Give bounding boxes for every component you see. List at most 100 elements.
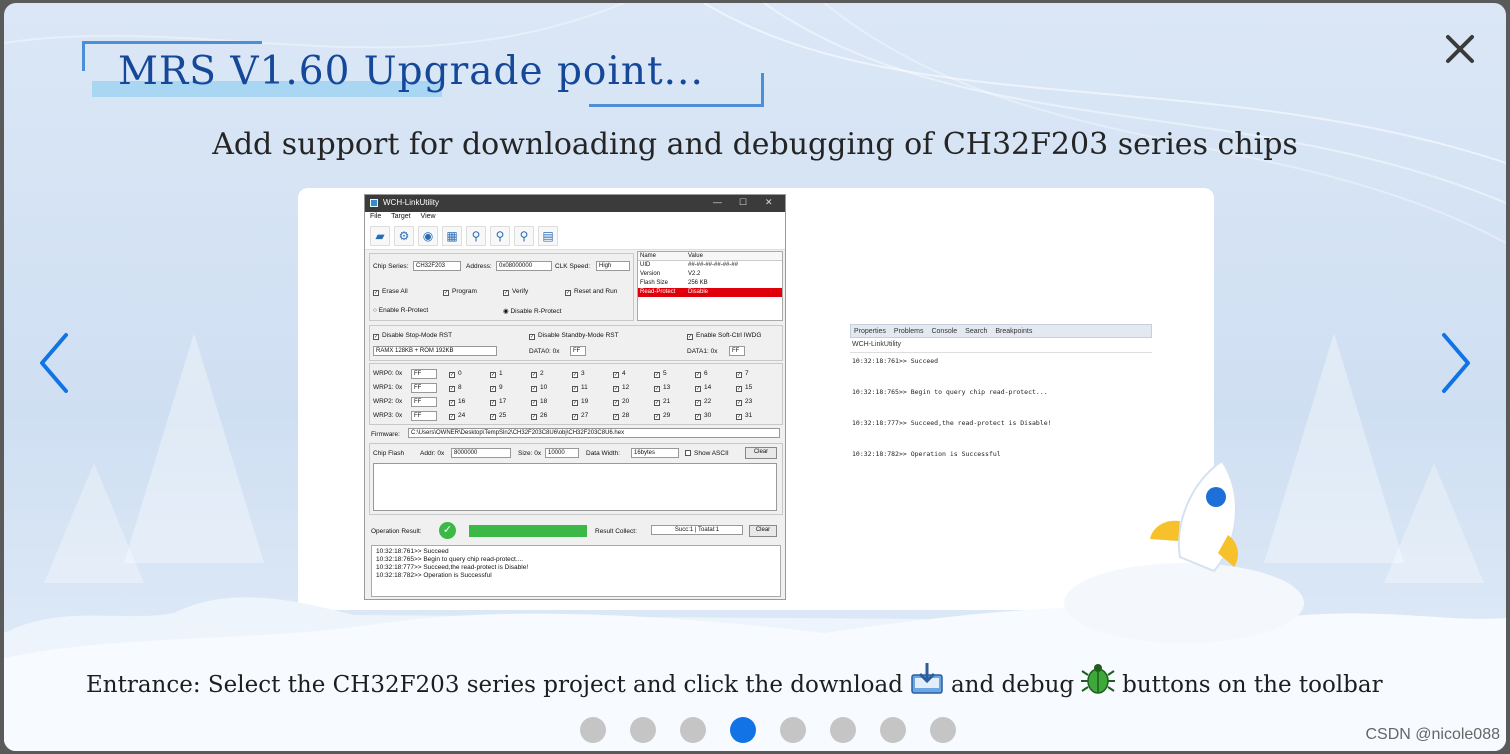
- success-check-icon: ✓: [439, 522, 456, 539]
- addr-input: 8000000: [451, 448, 511, 458]
- wrp-label: WRP2: 0x: [373, 398, 403, 405]
- console-line: 10:32:18:777>> Succeed,the read-protect …: [852, 419, 1052, 427]
- menu-target: Target: [391, 213, 411, 220]
- modal-subtitle: Add support for downloading and debuggin…: [212, 127, 1298, 162]
- chevron-right-icon[interactable]: [1436, 331, 1476, 395]
- operation-result-label: Operation Result:: [371, 528, 422, 535]
- upgrade-modal: MRS V1.60 Upgrade point... Add support f…: [4, 3, 1506, 751]
- pagination-dot[interactable]: [680, 717, 706, 743]
- progress-bar: [469, 525, 587, 537]
- data-width-label: Data Width:: [586, 450, 620, 457]
- chevron-left-icon[interactable]: [34, 331, 74, 395]
- clear-result-button: Clear: [749, 525, 777, 537]
- console-tabs: Properties Problems Console Search Break…: [850, 324, 1152, 338]
- chip-series-label: Chip Series:: [373, 263, 409, 270]
- tab-breakpoints: Breakpoints: [995, 327, 1033, 335]
- chip-icon: ▦: [442, 226, 462, 246]
- stop-mode-option: ✓ Disable Stop-Mode RST: [373, 332, 453, 340]
- wrp-bit-checkbox: ✓ 3: [572, 370, 585, 378]
- wrp-bit-checkbox: ✓ 13: [654, 384, 671, 392]
- pagination-dot[interactable]: [830, 717, 856, 743]
- close-icon[interactable]: [1440, 29, 1480, 69]
- wrp-bit-checkbox: ✓ 28: [613, 412, 630, 420]
- wrp-bit-checkbox: ✓ 14: [695, 384, 712, 392]
- log-line: 10:32:18:761>> Succeed: [376, 548, 449, 555]
- window-close-icon: ✕: [765, 197, 773, 207]
- clk-speed-label: CLK Speed:: [555, 263, 591, 270]
- wrp-bit-checkbox: ✓ 16: [449, 398, 466, 406]
- wrp-bit-checkbox: ✓ 22: [695, 398, 712, 406]
- data0-input: FF: [570, 346, 586, 356]
- pagination-dot[interactable]: [930, 717, 956, 743]
- wrp-bit-checkbox: ✓ 26: [531, 412, 548, 420]
- tab-console: Console: [931, 327, 958, 335]
- wrp-bit-checkbox: ✓ 31: [736, 412, 753, 420]
- window-titlebar: WCH-LinkUtility — ☐ ✕: [365, 195, 785, 212]
- pagination-dot[interactable]: [880, 717, 906, 743]
- size-label: Size: 0x: [518, 450, 542, 457]
- wrp-label: WRP0: 0x: [373, 370, 403, 377]
- result-collect-value: Succ:1 | Toatal:1: [651, 525, 743, 535]
- title-frame: MRS V1.60 Upgrade point...: [82, 41, 764, 107]
- protect-icon: ⚲: [490, 226, 510, 246]
- pagination-dots: [580, 717, 956, 743]
- open-icon: ▰: [370, 226, 390, 246]
- chip-series-select: CH32F203: [413, 261, 461, 271]
- download-icon: [911, 663, 943, 694]
- firmware-path: C:\Users\OWNER\Desktop\TempSln2\CH32F203…: [408, 428, 780, 438]
- pagination-dot[interactable]: [780, 717, 806, 743]
- console-line: 10:32:18:761>> Succeed: [852, 357, 939, 365]
- menu-view: View: [420, 213, 436, 220]
- enable-rprotect-radio: ○ Enable R-Protect: [373, 307, 429, 314]
- wrp-bit-checkbox: ✓ 8: [449, 384, 462, 392]
- show-ascii-option: Show ASCII: [685, 450, 729, 457]
- target-icon: ⚙: [394, 226, 414, 246]
- entrance-text-3: buttons on the toolbar: [1122, 672, 1383, 698]
- wrp-label: WRP3: 0x: [373, 412, 403, 419]
- app-icon: [370, 199, 378, 207]
- erase-all-option: ✓ Erase All: [373, 288, 408, 296]
- maximize-icon: ☐: [739, 197, 748, 207]
- flash-view: [373, 463, 777, 511]
- wrp-bit-checkbox: ✓ 20: [613, 398, 630, 406]
- program-option: ✓ Program: [443, 288, 477, 296]
- data1-label: DATA1: 0x: [687, 348, 718, 355]
- wrp-bit-checkbox: ✓ 4: [613, 370, 626, 378]
- console-panel: Properties Problems Console Search Break…: [850, 324, 1152, 474]
- entrance-instructions: Entrance: Select the CH32F203 series pro…: [86, 663, 1383, 703]
- wrp-bit-checkbox: ✓ 29: [654, 412, 671, 420]
- wrp-bit-checkbox: ✓ 9: [490, 384, 503, 392]
- minimize-icon: —: [713, 197, 722, 207]
- wrp-input: FF: [411, 383, 437, 393]
- wrp-bit-checkbox: ✓ 25: [490, 412, 507, 420]
- wrp-input: FF: [411, 411, 437, 421]
- addr-label: Addr: 0x: [420, 450, 445, 457]
- doc-icon: ▤: [538, 226, 558, 246]
- wrp-bit-checkbox: ✓ 18: [531, 398, 548, 406]
- size-input: 10000: [545, 448, 579, 458]
- wrp-bit-checkbox: ✓ 30: [695, 412, 712, 420]
- properties-table: Name Value UID ##-##-##-##-##-## Version V2…: [637, 251, 783, 321]
- wrp-bit-checkbox: ✓ 15: [736, 384, 753, 392]
- tab-properties: Properties: [854, 327, 886, 335]
- wrp-bit-checkbox: ✓ 23: [736, 398, 753, 406]
- wrp-bit-checkbox: ✓ 6: [695, 370, 708, 378]
- wrp-bit-checkbox: ✓ 11: [572, 384, 588, 392]
- watermark: CSDN @nicole088: [1365, 726, 1500, 743]
- settings-icon: ◉: [418, 226, 438, 246]
- wrp-bit-checkbox: ✓ 7: [736, 370, 749, 378]
- wrp-label: WRP1: 0x: [373, 384, 403, 391]
- wrp-bit-checkbox: ✓ 24: [449, 412, 466, 420]
- window-title: WCH-LinkUtility: [383, 198, 439, 207]
- pagination-dot[interactable]: [730, 717, 756, 743]
- modal-title: MRS V1.60 Upgrade point...: [118, 49, 704, 94]
- pagination-dot[interactable]: [630, 717, 656, 743]
- wrp-bit-checkbox: ✓ 0: [449, 370, 462, 378]
- console-line: 10:32:18:782>> Operation is Successful: [852, 450, 1001, 458]
- toolbar: ▰ ⚙ ◉ ▦ ⚲ ⚲ ⚲ ▤: [365, 224, 785, 250]
- soft-iwdg-option: ✓ Enable Soft-Ctrl IWDG: [687, 332, 762, 340]
- wrp-bit-checkbox: ✓ 21: [654, 398, 671, 406]
- verify-option: ✓ Verify: [503, 288, 529, 296]
- entrance-text-1: Entrance: Select the CH32F203 series pro…: [86, 672, 903, 698]
- pagination-dot[interactable]: [580, 717, 606, 743]
